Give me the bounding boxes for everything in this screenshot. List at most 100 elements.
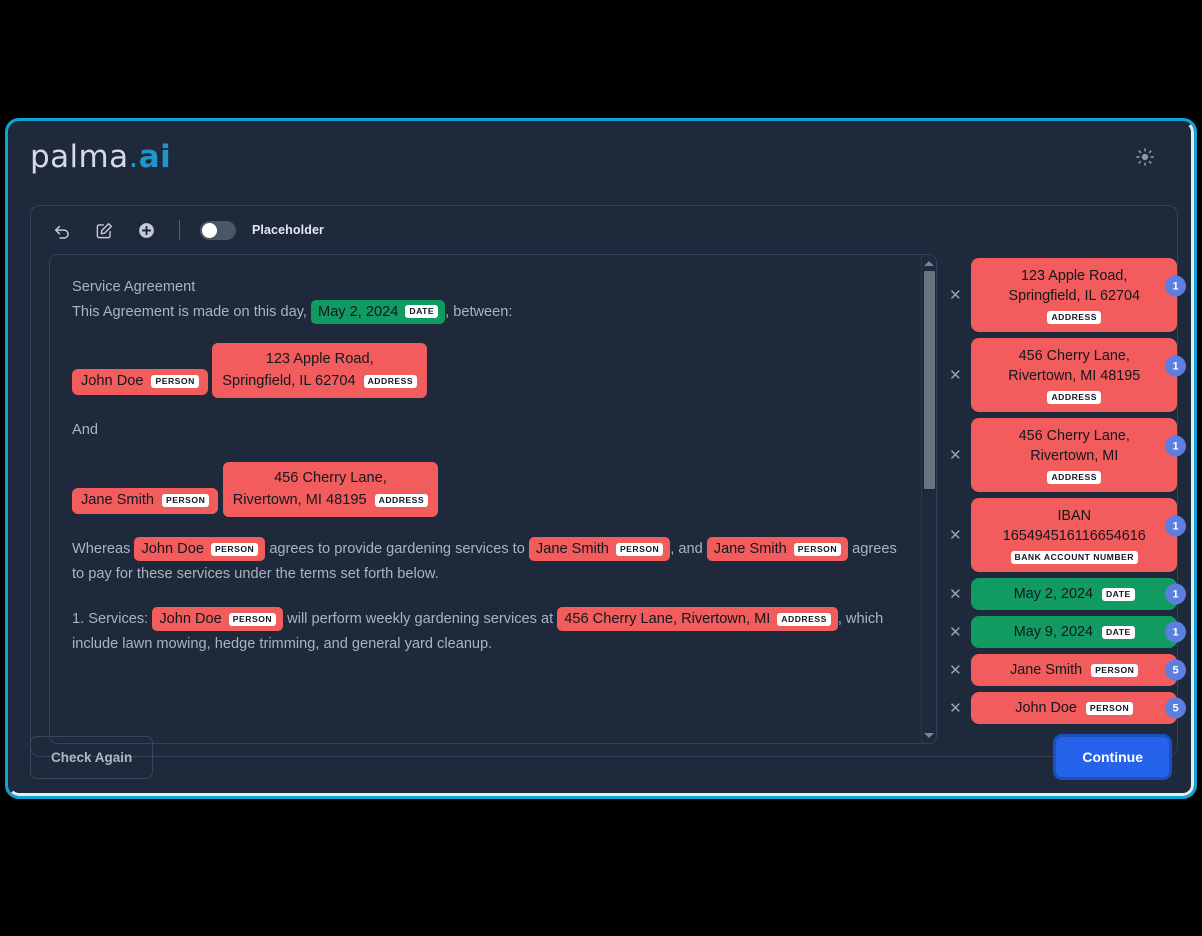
entity-occurrence-count[interactable]: 1 (1165, 355, 1186, 377)
editor-body: Service Agreement This Agreement is made… (31, 254, 1186, 756)
close-icon[interactable]: ✕ (947, 586, 963, 602)
inline-entity-text: John Doe (141, 541, 204, 557)
entity-type-tag: ADDRESS (1047, 471, 1101, 484)
entity-list-panel: ✕ 123 Apple Road, Springfield, IL 62704 AD… (947, 254, 1186, 756)
inline-entity-address[interactable]: 456 Cherry Lane, Rivertown, MI ADDRESS (557, 607, 838, 631)
entity-card[interactable]: May 9, 2024 DATE 1 (971, 616, 1186, 648)
inline-entity-person[interactable]: John Doe PERSON (152, 607, 284, 631)
document-intro-line: This Agreement is made on this day, May … (72, 299, 902, 325)
entity-type-tag: PERSON (1091, 663, 1139, 677)
entity-card[interactable]: 456 Cherry Lane, Rivertown, MI ADDRESS 1 (971, 418, 1186, 492)
brand-suffix: ai (138, 139, 172, 175)
inline-entity-person[interactable]: Jane Smith PERSON (528, 537, 671, 561)
inline-entity-text: Jane Smith (535, 541, 609, 557)
edit-square-icon[interactable] (91, 217, 117, 243)
intro-prefix-text: This Agreement is made on this day, (72, 303, 307, 320)
entity-type-tag: DATE (405, 305, 439, 318)
inline-entity-person[interactable]: Jane Smith PERSON (72, 488, 219, 514)
inline-entity-date[interactable]: May 2, 2024 DATE (311, 299, 446, 324)
entity-type-tag: PERSON (210, 542, 259, 556)
document-content[interactable]: Service Agreement This Agreement is made… (50, 255, 920, 743)
close-icon[interactable]: ✕ (947, 662, 963, 678)
entity-card-text: May 9, 2024 (1013, 624, 1093, 640)
entity-type-tag: ADDRESS (374, 493, 429, 507)
inline-entity-text-line1: 456 Cherry Lane, (274, 470, 387, 486)
entity-occurrence-count[interactable]: 1 (1165, 435, 1186, 457)
close-icon[interactable]: ✕ (947, 447, 963, 463)
inline-entity-person[interactable]: John Doe PERSON (134, 537, 266, 561)
entity-card-text: 456 Cherry Lane, Rivertown, MI (1018, 428, 1130, 464)
close-icon[interactable]: ✕ (947, 527, 963, 543)
entity-card[interactable]: Jane Smith PERSON 5 (971, 654, 1186, 686)
entity-card-text: John Doe (1015, 700, 1077, 716)
entity-type-tag: ADDRESS (363, 374, 418, 388)
entity-card[interactable]: 456 Cherry Lane, Rivertown, MI 48195 ADDR… (971, 338, 1186, 412)
inline-entity-text: Jane Smith (713, 541, 787, 557)
entity-card[interactable]: May 2, 2024 DATE 1 (971, 578, 1186, 610)
scrollbar-thumb[interactable] (924, 271, 936, 489)
entity-type-tag: PERSON (151, 374, 199, 388)
entity-card[interactable]: IBAN 165494516116654616 BANK ACCOUNT NUMB… (971, 498, 1186, 572)
brand-name: palma (30, 139, 129, 175)
placeholder-toggle-switch[interactable] (200, 220, 236, 240)
document-scrollbar[interactable] (921, 255, 937, 743)
sun-icon[interactable] (1130, 142, 1160, 172)
document-pane: Service Agreement This Agreement is made… (49, 254, 938, 744)
entity-type-tag: BANK ACCOUNT NUMBER (1010, 551, 1138, 564)
app-footer: Check Again Continue (8, 718, 1194, 796)
document-paragraph-whereas: Whereas John Doe PERSON agrees to provid… (72, 537, 902, 587)
document-connector: And (72, 422, 98, 438)
entity-row: ✕ 456 Cherry Lane, Rivertown, MI ADDRESS 1 (947, 418, 1186, 492)
entity-row: ✕ 456 Cherry Lane, Rivertown, MI 48195 ADD… (947, 338, 1186, 412)
entity-row: ✕ 123 Apple Road, Springfield, IL 62704 AD… (947, 258, 1186, 332)
app-window: palma.ai Placeholder Service Agreement T… (5, 118, 1197, 799)
toggle-knob (202, 222, 217, 238)
entity-type-tag: ADDRESS (1047, 311, 1101, 324)
entity-occurrence-count[interactable]: 1 (1165, 621, 1186, 643)
entity-type-tag: PERSON (615, 542, 664, 556)
continue-button[interactable]: Continue (1053, 734, 1172, 780)
entity-type-tag: DATE (1101, 625, 1135, 639)
entity-card-text: Jane Smith (1010, 662, 1083, 678)
entity-card-text: May 2, 2024 (1013, 586, 1093, 602)
entity-occurrence-count[interactable]: 5 (1165, 659, 1186, 681)
party-block-one: John Doe PERSON 123 Apple Road, Springfi… (72, 343, 902, 398)
inline-entity-text: 456 Cherry Lane, Rivertown, MI (564, 611, 771, 627)
close-icon[interactable]: ✕ (947, 367, 963, 383)
whereas-text-1: Whereas (72, 541, 131, 557)
entity-type-tag: ADDRESS (1047, 391, 1101, 404)
check-again-button[interactable]: Check Again (30, 735, 154, 779)
entity-row: ✕ May 2, 2024 DATE 1 (947, 578, 1186, 610)
close-icon[interactable]: ✕ (947, 700, 963, 716)
placeholder-toggle-label: Placeholder (252, 223, 324, 237)
inline-entity-text: John Doe (159, 611, 222, 627)
entity-row: ✕ May 9, 2024 DATE 1 (947, 616, 1186, 648)
entity-card[interactable]: 123 Apple Road, Springfield, IL 62704 ADD… (971, 258, 1186, 332)
scroll-up-arrow-icon[interactable] (922, 256, 936, 270)
entity-type-tag: PERSON (1085, 701, 1134, 715)
entity-type-tag: PERSON (228, 612, 277, 626)
entity-occurrence-count[interactable]: 5 (1165, 697, 1186, 719)
whereas-text-2: agrees to provide gardening services to (269, 541, 525, 557)
undo-arrow-icon[interactable] (49, 217, 75, 243)
inline-entity-text-line1: 123 Apple Road, (265, 351, 374, 367)
entity-type-tag: ADDRESS (777, 612, 831, 626)
services-text-1: 1. Services: (72, 611, 149, 627)
entity-occurrence-count[interactable]: 1 (1165, 515, 1186, 537)
close-icon[interactable]: ✕ (947, 624, 963, 640)
inline-entity-text: John Doe (81, 373, 144, 389)
inline-entity-person[interactable]: John Doe PERSON (72, 369, 208, 395)
party-block-two: Jane Smith PERSON 456 Cherry Lane, River… (72, 462, 902, 517)
plus-circle-icon[interactable] (133, 217, 159, 243)
document-paragraph-services: 1. Services: John Doe PERSON will perfor… (72, 607, 902, 657)
inline-entity-text: Jane Smith (81, 492, 155, 508)
close-icon[interactable]: ✕ (947, 287, 963, 303)
entity-card-text: IBAN 165494516116654616 (1002, 508, 1146, 544)
intro-suffix-text: , between: (445, 303, 513, 320)
entity-row: ✕ Jane Smith PERSON 5 (947, 654, 1186, 686)
inline-entity-address[interactable]: 123 Apple Road, Springfield, IL 62704 AD… (212, 343, 428, 398)
entity-occurrence-count[interactable]: 1 (1165, 583, 1186, 605)
inline-entity-person[interactable]: Jane Smith PERSON (706, 537, 849, 561)
inline-entity-address[interactable]: 456 Cherry Lane, Rivertown, MI 48195 ADD… (222, 462, 439, 517)
entity-occurrence-count[interactable]: 1 (1165, 275, 1186, 297)
